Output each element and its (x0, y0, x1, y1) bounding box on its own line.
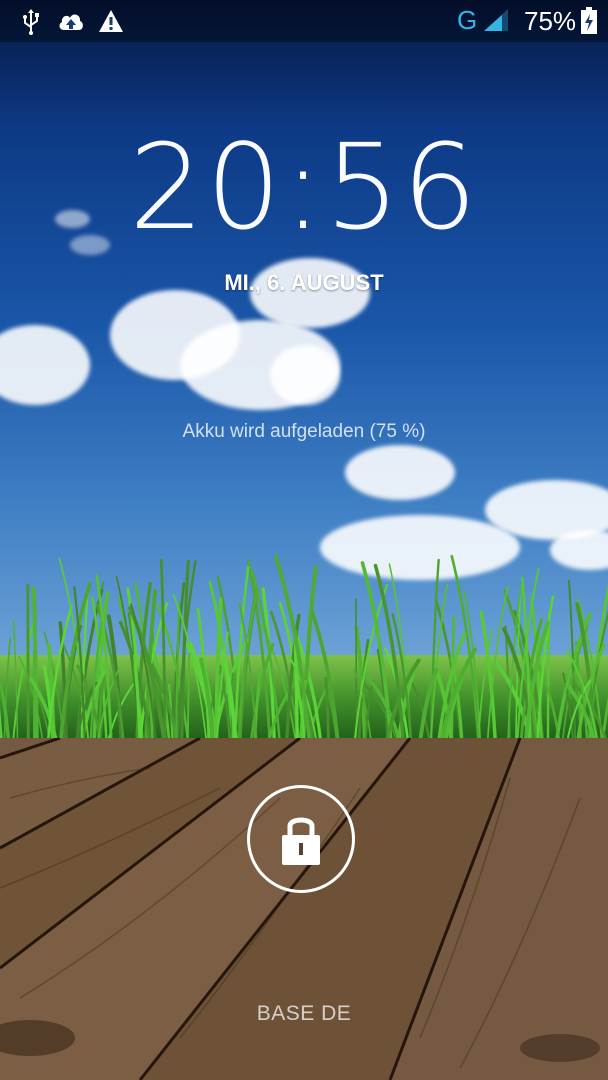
warning-icon (99, 10, 123, 32)
lockscreen: G 75% 20:56 MI., 6. AUGUST Akku wird auf… (0, 0, 608, 1080)
battery-percent-label: 75% (524, 6, 577, 36)
signal-strength-icon (484, 9, 508, 31)
carrier-label: BASE DE (256, 1002, 352, 1025)
usb-icon (23, 9, 39, 35)
battery-charging-icon (581, 7, 597, 34)
lock-icon (282, 817, 320, 865)
clock-time: 20:56 (128, 118, 480, 256)
unlock-button[interactable] (247, 785, 355, 893)
cloud-upload-icon (59, 14, 83, 30)
lockscreen-date: MI., 6. AUGUST (224, 270, 384, 295)
charging-status: Akku wird aufgeladen (75 %) (182, 421, 426, 442)
wallpaper-grass (0, 554, 608, 745)
status-bar: G 75% (0, 0, 608, 42)
network-type-label: G (457, 5, 478, 35)
lockscreen-clock: 20:56 (0, 118, 608, 256)
